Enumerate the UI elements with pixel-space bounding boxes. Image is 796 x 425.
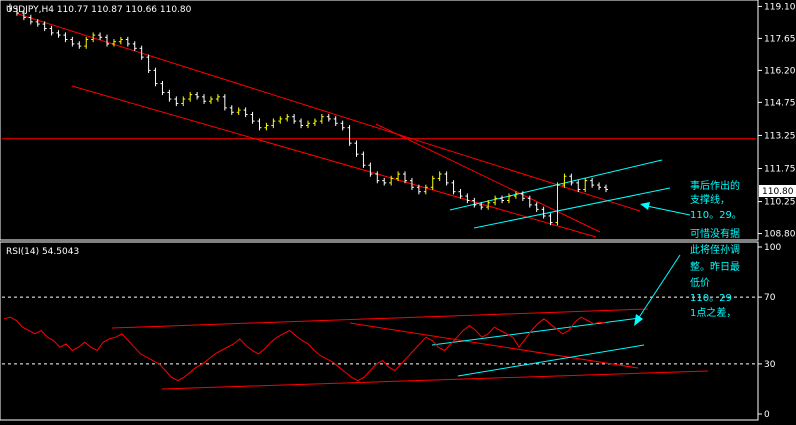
symbol-info: USDJPY,H4 110.77 110.87 110.66 110.80 bbox=[6, 5, 192, 15]
chart-svg: 119.10 117.65 116.20 114.75 113.25 111.75 110.… bbox=[0, 0, 796, 421]
annotation-line: 低价 bbox=[690, 276, 710, 289]
price-tick-label: 111.75 bbox=[764, 165, 796, 175]
rsi-tick-label: 100 bbox=[764, 243, 781, 253]
annotation-line: 支撑线， bbox=[690, 193, 730, 206]
trend-line-lower bbox=[71, 85, 597, 238]
rsi-trend-inner bbox=[349, 322, 639, 369]
rsi-info: RSI(14) 54.5043 bbox=[6, 247, 79, 257]
annotation-text: 事后作出的 支撑线， 110。29。 可惜没有据 此将侄孙调 整。昨日最 低价 … bbox=[690, 179, 742, 319]
trend-overlay bbox=[17, 13, 709, 390]
current-price-label: 110.80 bbox=[762, 187, 794, 197]
price-tick-label: 117.65 bbox=[764, 34, 796, 44]
trend-line-inner bbox=[375, 123, 601, 233]
rsi-channel-lower bbox=[457, 344, 645, 377]
annotation-line: 可惜没有据 bbox=[690, 227, 740, 240]
annotation-arrow-rsi bbox=[635, 254, 681, 323]
channel-line-upper bbox=[449, 159, 663, 211]
price-tick-label: 119.10 bbox=[764, 2, 796, 12]
annotation-line: 1点之差， bbox=[690, 306, 736, 319]
rsi-axis: 100 70 30 0 bbox=[2, 243, 781, 420]
rsi-trend-lower bbox=[161, 370, 709, 390]
price-tick-label: 116.20 bbox=[764, 66, 796, 76]
annotation-arrowhead-price bbox=[640, 202, 650, 210]
price-tick-label: 113.25 bbox=[764, 131, 796, 141]
trend-line-upper bbox=[17, 13, 641, 212]
rsi-tick-label: 0 bbox=[764, 410, 770, 420]
price-tick-label: 110.25 bbox=[764, 198, 796, 208]
rsi-tick-label: 70 bbox=[764, 293, 776, 303]
annotation-line: 110。29。 bbox=[690, 210, 742, 221]
rsi-channel-upper bbox=[431, 317, 641, 346]
channel-line-lower bbox=[473, 187, 671, 229]
annotation-arrowhead-rsi bbox=[634, 314, 643, 326]
price-tick-label: 108.80 bbox=[764, 230, 796, 240]
annotation-line: 事后作出的 bbox=[690, 179, 740, 192]
rsi-tick-label: 30 bbox=[764, 360, 776, 370]
annotation-line: 整。昨日最 bbox=[690, 260, 740, 273]
annotation-line: 110。29 bbox=[690, 293, 732, 304]
rsi-trend-upper bbox=[111, 308, 649, 329]
annotation-line: 此将侄孙调 bbox=[690, 243, 740, 256]
price-tick-label: 114.75 bbox=[764, 98, 796, 108]
chart-root: 119.10 117.65 116.20 114.75 113.25 111.75 110.… bbox=[0, 0, 796, 421]
rsi-panel-frame bbox=[0, 241, 759, 421]
annotation-arrow-price bbox=[641, 204, 691, 216]
